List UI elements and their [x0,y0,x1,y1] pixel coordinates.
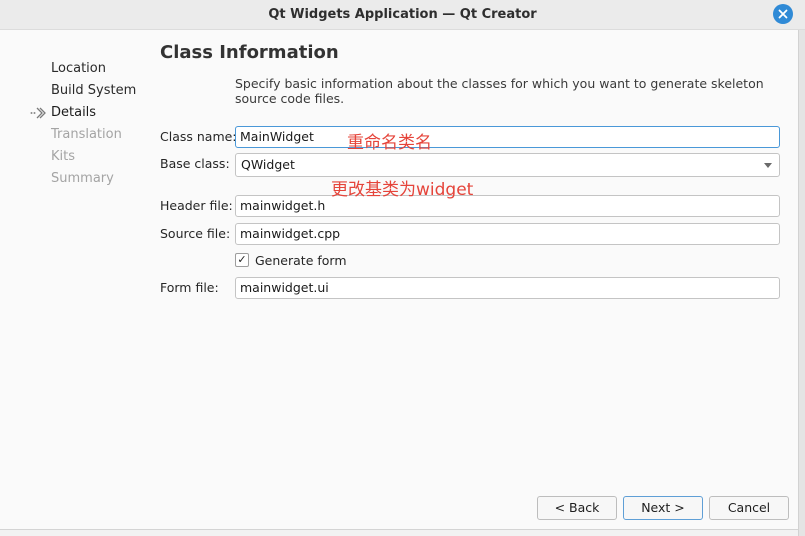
title-bar: Qt Widgets Application — Qt Creator [0,0,805,30]
page-title: Class Information [160,42,339,63]
close-button[interactable] [773,4,793,24]
page-description: Specify basic information about the clas… [235,76,764,106]
source-file-label: Source file: [160,226,231,241]
generate-form-row[interactable]: ✓ Generate form [235,250,347,270]
step-label: Location [51,61,106,76]
chevron-right-icon [30,107,46,119]
generate-form-label: Generate form [255,252,347,268]
annotation-change-base-class: 更改基类为widget [331,180,474,200]
step-details: Details [0,102,150,124]
chevron-down-icon [764,163,772,168]
cancel-button[interactable]: Cancel [709,496,789,520]
wizard-dialog: Location Build System Details Translatio… [0,30,798,530]
checkmark-icon: ✓ [237,253,247,266]
base-class-combobox[interactable]: QWidget [235,153,780,177]
step-translation: Translation [0,124,150,146]
base-class-value: QWidget [241,157,295,172]
step-label: Build System [51,83,137,98]
step-build-system: Build System [0,80,150,102]
class-name-label: Class name: [160,129,237,144]
generate-form-checkbox[interactable]: ✓ [235,253,249,267]
step-kits: Kits [0,146,150,168]
class-name-input[interactable]: MainWidget [235,126,780,148]
step-summary: Summary [0,168,150,190]
step-label: Translation [51,127,122,142]
header-file-input[interactable]: mainwidget.h [235,195,780,217]
header-file-label: Header file: [160,198,233,213]
source-file-input[interactable]: mainwidget.cpp [235,223,780,245]
step-location: Location [0,58,150,80]
form-file-label: Form file: [160,280,219,295]
next-button[interactable]: Next > [623,496,703,520]
step-label: Summary [51,171,114,186]
step-label: Kits [51,149,76,164]
step-label: Details [51,105,97,120]
wizard-steps: Location Build System Details Translatio… [0,58,150,190]
annotation-rename-class: 重命名类名 [347,133,432,153]
background-window-edge [798,30,805,536]
window-title: Qt Widgets Application — Qt Creator [268,7,537,22]
base-class-label: Base class: [160,156,230,171]
close-icon [778,9,788,19]
back-button[interactable]: < Back [537,496,617,520]
form-file-input[interactable]: mainwidget.ui [235,277,780,299]
